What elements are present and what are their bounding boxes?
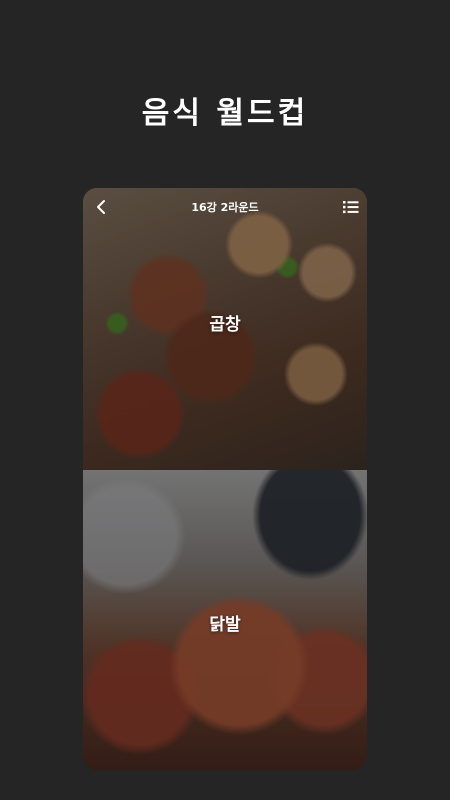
option-label-bottom: 닭발 <box>209 615 241 635</box>
option-label-top: 곱창 <box>209 315 241 335</box>
list-button[interactable] <box>341 197 361 217</box>
list-icon <box>343 201 359 214</box>
worldcup-card: 곱창 닭발 16강 2라운드 <box>83 188 367 770</box>
card-header: 16강 2라운드 <box>83 188 367 226</box>
option-card-bottom[interactable]: 닭발 <box>83 470 367 770</box>
round-label: 16강 2라운드 <box>191 201 259 214</box>
option-card-top[interactable]: 곱창 <box>83 188 367 470</box>
page-title: 음식 월드컵 <box>141 96 309 131</box>
